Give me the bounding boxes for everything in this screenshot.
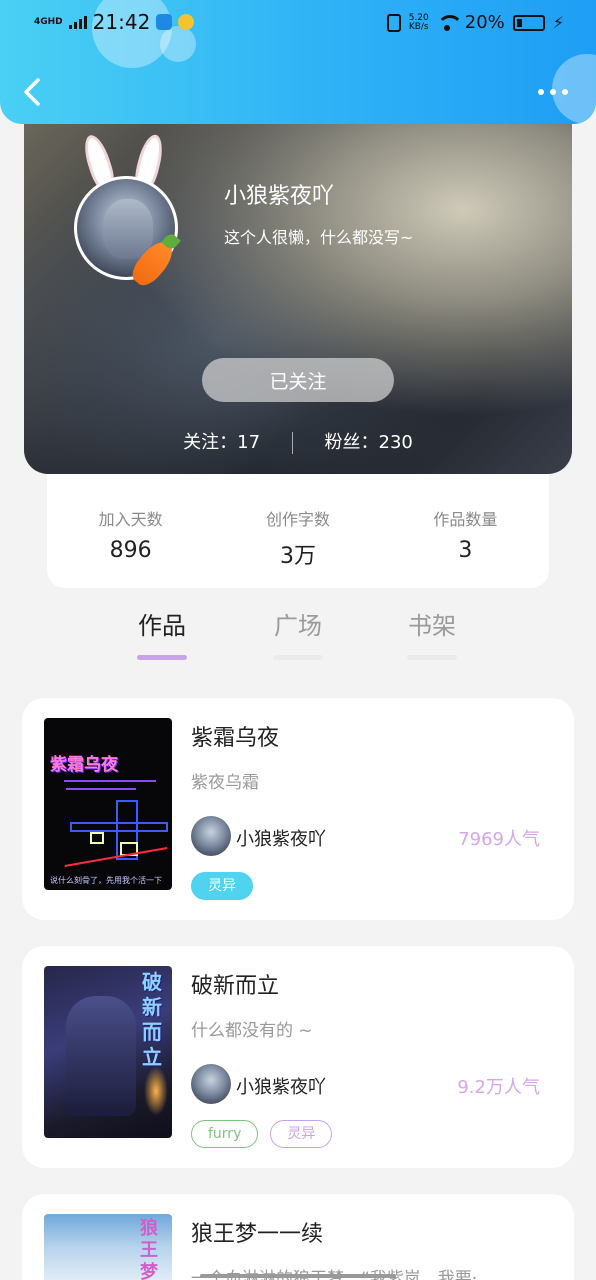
tab-label: 作品 [138,612,186,640]
profile-bio: 这个人很懒，什么都没写~ [224,228,414,247]
popularity: 7969人气 [458,829,540,850]
fans-label: 粉丝： [324,432,379,453]
profile-nickname: 小狼紫夜吖 [224,184,335,209]
cover-figure [66,996,136,1116]
app-notification-icon [156,14,173,30]
signal-icon [68,15,87,29]
more-button[interactable] [538,82,572,102]
cover-caption: 说什么刻骨了，先用我个活一下 [50,876,162,885]
stat-label: 创作字数 [265,510,330,529]
speed-unit: KB/s [408,21,429,32]
author-avatar[interactable] [191,816,231,856]
author-name[interactable]: 小狼紫夜吖 [236,825,326,851]
cover-glow [144,1066,168,1116]
tab-square[interactable]: 广场 [258,606,338,660]
book-card[interactable]: 狼王梦 狼王梦一一续 一个血淋淋的狼王梦，“我紫岚，我要· [22,1194,574,1280]
profile-tabs: 作品 广场 书架 [0,606,596,666]
status-bar: 4GHD 21:42 5.20 KB/s 20% ⚡ [0,8,596,38]
battery-icon [512,14,545,31]
vibrate-icon [386,13,401,32]
fans-value: 230 [378,432,413,453]
profile-avatar[interactable] [74,132,184,291]
cover-shape [90,832,104,844]
cover-line [66,788,136,790]
following-label: 关注： [183,432,238,453]
tag-chip[interactable]: 灵异 [270,1120,333,1148]
book-description: 紫夜乌霜 [191,773,259,793]
stat-join-days: 加入天数 896 [47,474,214,588]
home-indicator[interactable] [200,1274,396,1278]
popularity: 9.2万人气 [457,1077,540,1098]
tab-indicator [407,655,457,660]
stat-value: 3 [458,538,473,563]
battery-percent: 20% [464,12,505,33]
tag-list: furry 灵异 [191,1120,333,1148]
network-speed: 5.20 KB/s [408,13,429,32]
author-name[interactable]: 小狼紫夜吖 [236,1073,326,1099]
book-title[interactable]: 破新而立 [191,968,279,1000]
author-avatar[interactable] [191,1064,231,1104]
status-time: 21:42 [92,10,151,34]
book-cover[interactable]: 紫霜乌夜 说什么刻骨了，先用我个活一下 [44,718,172,890]
book-description: 什么都没有的 ~ [191,1021,313,1041]
back-button[interactable] [18,74,48,110]
book-card[interactable]: 紫霜乌夜 说什么刻骨了，先用我个活一下 紫霜乌夜 紫夜乌霜 小狼紫夜吖 7969… [22,698,574,920]
app-notification-icon [178,14,195,30]
follow-button[interactable]: 已关注 [202,358,394,402]
cover-line [64,780,156,782]
tag-list: 灵异 [191,872,253,900]
cover-shape [70,822,168,832]
tab-label: 书架 [408,612,456,640]
tab-indicator [137,655,187,660]
follow-counts: 关注：17 粉丝：230 [24,428,572,454]
cover-title: 紫霜乌夜 [50,755,118,775]
following-count[interactable]: 关注：17 [183,428,260,454]
book-title[interactable]: 狼王梦一一续 [191,1216,323,1248]
book-title[interactable]: 紫霜乌夜 [191,720,279,752]
tab-bookshelf[interactable]: 书架 [392,606,472,660]
wifi-icon [436,14,463,31]
stat-value: 3万 [279,544,316,569]
cover-title: 破新而立 [142,970,162,1069]
tab-works[interactable]: 作品 [122,606,202,660]
chevron-left-icon [24,78,40,106]
stats-panel: 加入天数 896 创作字数 3万 作品数量 3 [47,474,549,588]
book-cover[interactable]: 狼王梦 [44,1214,172,1280]
stat-works-count: 作品数量 3 [382,474,549,588]
stat-value: 896 [109,538,152,563]
profile-card: 小狼紫夜吖 这个人很懒，什么都没写~ 已关注 关注：17 粉丝：230 [24,96,572,474]
following-value: 17 [237,432,261,453]
charging-icon: ⚡ [552,13,564,32]
stat-label: 加入天数 [98,510,163,529]
divider [291,432,293,454]
more-dot [550,89,556,95]
cover-title: 狼王梦 [140,1218,158,1280]
stat-word-count: 创作字数 3万 [214,474,381,588]
tab-label: 广场 [274,612,322,640]
tag-chip[interactable]: 灵异 [191,872,253,900]
fans-count[interactable]: 粉丝：230 [325,428,413,454]
more-dots-icon [538,89,544,95]
network-type: 4GHD [34,16,63,27]
book-card[interactable]: 破新而立 破新而立 什么都没有的 ~ 小狼紫夜吖 9.2万人气 furry 灵异 [22,946,574,1168]
tag-chip[interactable]: furry [191,1120,259,1148]
tab-indicator [273,655,323,660]
more-dot [562,89,568,95]
book-cover[interactable]: 破新而立 [44,966,172,1138]
stat-label: 作品数量 [433,510,498,529]
app-header: 4GHD 21:42 5.20 KB/s 20% ⚡ [0,0,596,124]
